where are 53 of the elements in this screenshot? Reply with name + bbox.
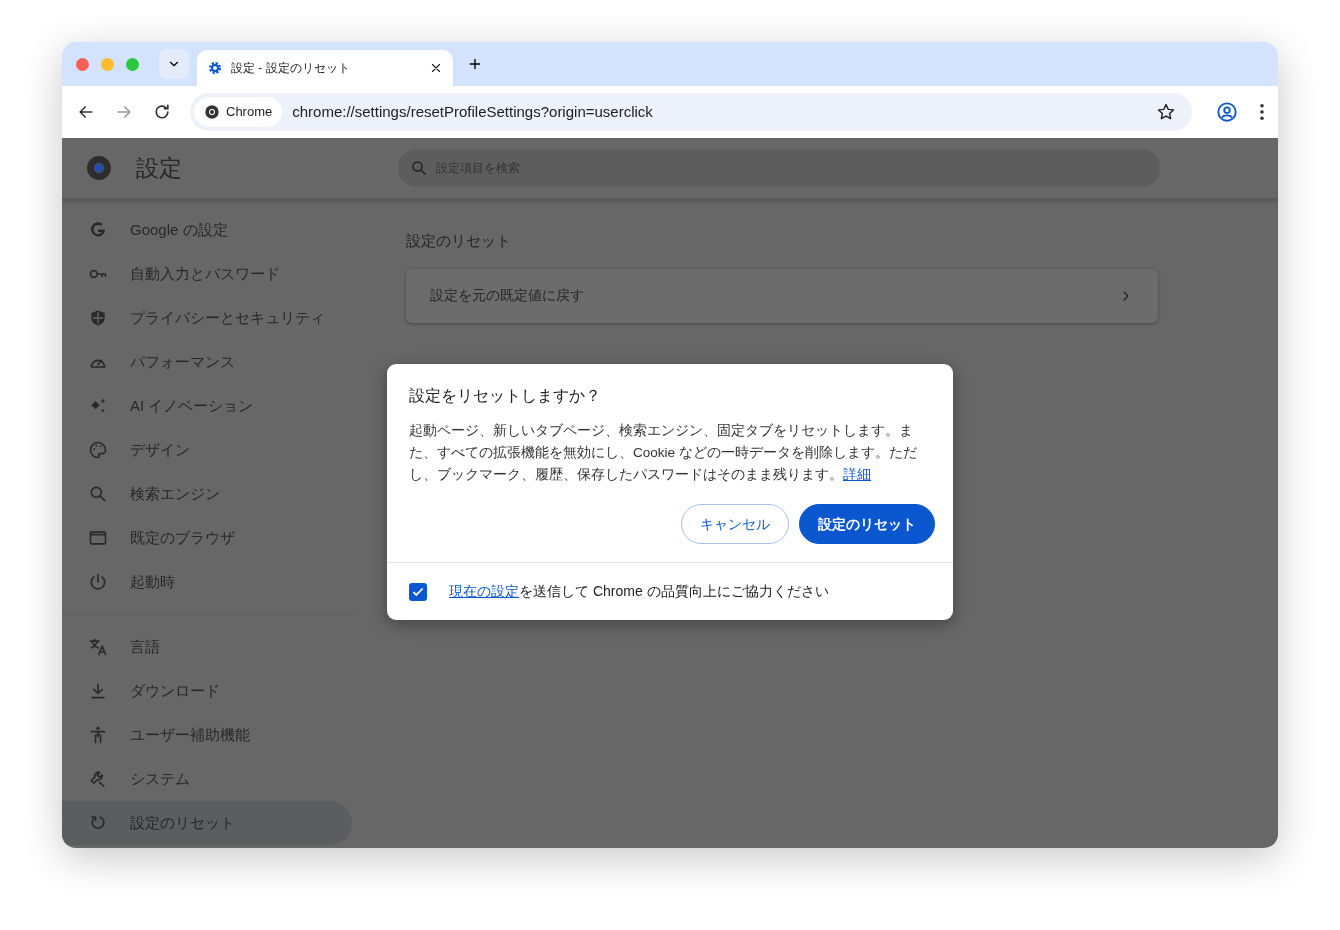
accessibility-icon <box>88 725 108 745</box>
section-heading: 設定のリセット <box>406 231 512 251</box>
tab-title: 設定 - 設定のリセット <box>231 60 351 77</box>
more-vertical-icon <box>1260 104 1264 120</box>
sidebar-item[interactable]: 自動入力とパスワード <box>62 252 352 296</box>
sidebar-item[interactable]: 言語 <box>62 625 352 669</box>
palette-icon <box>88 440 108 460</box>
close-icon[interactable] <box>429 61 443 75</box>
dialog-title: 設定をリセットしますか？ <box>408 386 602 406</box>
plus-icon <box>467 56 483 72</box>
settings-logo-icon <box>86 155 112 181</box>
sidebar-item[interactable]: ユーザー補助機能 <box>62 713 352 757</box>
star-icon[interactable] <box>1156 102 1176 122</box>
cancel-button[interactable]: キャンセル <box>681 504 789 544</box>
consent-text: 現在の設定を送信して Chrome の品質向上にご協力ください <box>449 582 829 601</box>
site-chip[interactable]: Chrome <box>194 97 283 127</box>
reload-icon <box>152 102 172 122</box>
power-icon <box>88 572 108 592</box>
site-chip-label: Chrome <box>226 103 273 122</box>
browser-window-icon <box>88 528 108 548</box>
settings-title: 設定 <box>136 153 182 183</box>
sidebar-item[interactable]: 既定のブラウザ <box>62 516 352 560</box>
reset-settings-row[interactable]: 設定を元の既定値に戻す <box>406 268 1158 323</box>
gear-icon <box>207 60 223 76</box>
sidebar-item[interactable]: ダウンロード <box>62 669 352 713</box>
sidebar-item[interactable]: パフォーマンス <box>62 340 352 384</box>
sidebar-item[interactable]: 起動時 <box>62 560 352 604</box>
sidebar-item[interactable]: プライバシーとセキュリティ <box>62 296 352 340</box>
reset-button[interactable]: 設定のリセット <box>799 504 935 544</box>
sidebar-item[interactable]: AI イノベーション <box>62 384 352 428</box>
row-label: 設定を元の既定値に戻す <box>430 286 584 305</box>
menu-button[interactable] <box>1260 104 1264 120</box>
browser-logo-icon <box>204 104 220 120</box>
sidebar-item[interactable]: Google の設定 <box>62 208 352 252</box>
url-text: chrome://settings/resetProfileSettings?origin=userclick <box>292 101 654 122</box>
sidebar-item[interactable]: デザイン <box>62 428 352 472</box>
shield-icon <box>88 308 108 328</box>
download-icon <box>88 681 108 701</box>
sidebar-item[interactable]: システム <box>62 757 352 801</box>
consent-checkbox[interactable] <box>409 582 427 601</box>
dialog-message: 起動ページ、新しいタブページ、検索エンジン、固定タブをリセットします。また、すべての拡張機能を無効にし、Cookie などの一時データを削除します。ただし、ブックマーク、履歴、保存したパスワードはそのまま残ります。詳細 <box>408 422 918 484</box>
translate-icon <box>88 637 108 657</box>
search-icon <box>88 484 108 504</box>
current-settings-link[interactable]: 現在の設定 <box>449 583 519 599</box>
reload-button[interactable] <box>152 102 172 122</box>
profile-icon <box>1216 101 1238 123</box>
sidebar-item[interactable]: 検索エンジン <box>62 472 352 516</box>
wrench-icon <box>88 769 108 789</box>
browser-tab[interactable]: 設定 - 設定のリセット <box>197 50 453 86</box>
profile-button[interactable] <box>1216 101 1238 123</box>
address-bar[interactable]: Chrome chrome://settings/resetProfileSettings?origin=userclick <box>190 93 1192 131</box>
learn-more-link[interactable]: 詳細 <box>843 467 871 482</box>
new-tab-button[interactable] <box>467 56 483 72</box>
